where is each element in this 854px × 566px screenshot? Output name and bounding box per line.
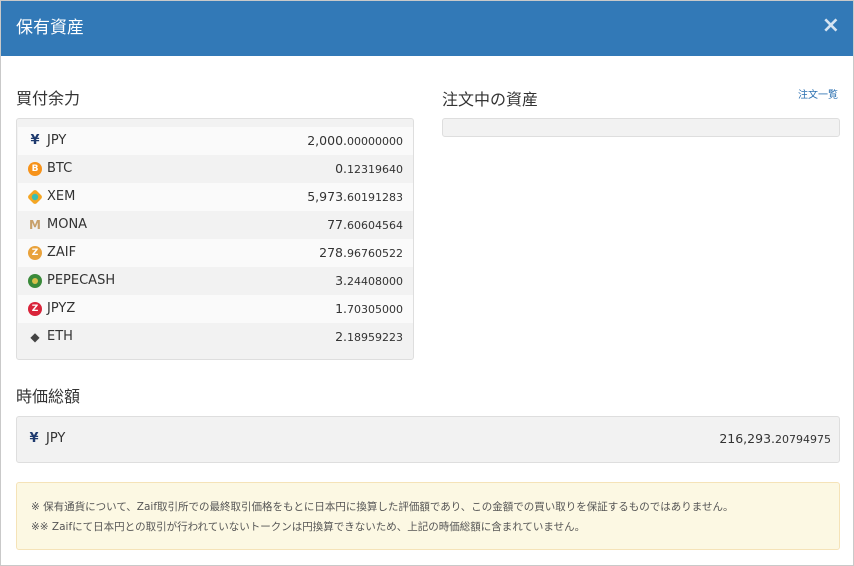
table-row: PEPECASH 3.24408000 [18, 267, 413, 295]
coin-amount: 0.12319640 [335, 160, 403, 176]
notice-box: ※ 保有通貨について、Zaif取引所での最終取引価格をもとに日本円に換算した評価… [16, 482, 840, 550]
asset-modal: 保有資産 × 買付余力 注文中の資産 注文一覧 ¥ JPY 2,000.0000… [0, 0, 854, 566]
modal-header: 保有資産 × [1, 1, 853, 56]
coin-symbol: MONA [47, 217, 88, 232]
close-button[interactable]: × [822, 13, 840, 39]
pepecash-icon [28, 274, 42, 288]
coin-symbol: ETH [47, 329, 73, 344]
market-value-panel: ¥ JPY 216,293.20794975 [16, 416, 840, 463]
coin-amount: 1.70305000 [335, 300, 403, 316]
table-row: B BTC 0.12319640 [18, 155, 413, 183]
table-row: ¥ JPY 2,000.00000000 [18, 127, 413, 155]
table-row: Z ZAIF 278.96760522 [18, 239, 413, 267]
balance-table: ¥ JPY 2,000.00000000 B BTC 0.12319640 XE… [16, 118, 414, 360]
coin-symbol: ZAIF [47, 245, 77, 260]
coin-symbol: JPYZ [47, 301, 76, 316]
coin-amount: 278.96760522 [319, 244, 403, 260]
total-symbol: JPY [46, 431, 66, 446]
order-list-link[interactable]: 注文一覧 [798, 89, 838, 103]
coin-symbol: PEPECASH [47, 273, 116, 288]
yen-icon: ¥ [29, 431, 39, 446]
table-row: M MONA 77.60604564 [18, 211, 413, 239]
bitcoin-icon: B [28, 162, 42, 176]
coin-symbol: JPY [47, 133, 67, 148]
notice-line-1: ※ 保有通貨について、Zaif取引所での最終取引価格をもとに日本円に換算した評価… [31, 501, 734, 513]
coin-amount: 5,973.60191283 [307, 188, 403, 204]
modal-title: 保有資産 [16, 18, 84, 38]
table-row: Z JPYZ 1.70305000 [18, 295, 413, 323]
table-row: ◆ ETH 2.18959223 [18, 323, 413, 351]
coin-amount: 3.24408000 [335, 272, 403, 288]
coin-symbol: XEM [47, 189, 76, 204]
market-value-title: 時価総額 [16, 387, 81, 406]
mona-icon: M [29, 218, 41, 232]
xem-icon [27, 189, 43, 205]
notice-line-2: ※※ Zaifにて日本円との取引が行われていないトークンは円換算できないため、上… [31, 521, 586, 533]
coin-amount: 2.18959223 [335, 328, 403, 344]
coin-amount: 77.60604564 [327, 216, 403, 232]
jpyz-icon: Z [28, 302, 42, 316]
orders-table [442, 118, 840, 137]
total-amount: 216,293.20794975 [719, 431, 831, 446]
coin-amount: 2,000.00000000 [307, 132, 403, 148]
table-row: XEM 5,973.60191283 [18, 183, 413, 211]
zaif-icon: Z [28, 246, 42, 260]
buying-power-title: 買付余力 [16, 89, 81, 108]
coin-symbol: BTC [47, 161, 73, 176]
yen-icon: ¥ [30, 133, 40, 148]
total-row: ¥ JPY 216,293.20794975 [17, 417, 839, 462]
ethereum-icon: ◆ [30, 330, 40, 344]
orders-assets-title: 注文中の資産 [442, 90, 539, 109]
